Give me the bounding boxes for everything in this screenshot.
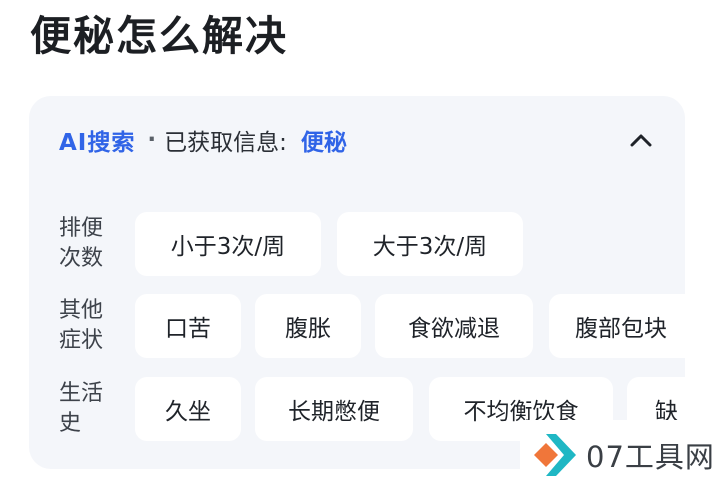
- watermark-text: 07工具网: [586, 439, 715, 474]
- separator-dot: ·: [147, 127, 157, 153]
- chip-option[interactable]: 腹部包块: [549, 294, 685, 358]
- chip-option[interactable]: 小于3次/周: [135, 212, 321, 276]
- collapse-button[interactable]: [627, 126, 655, 154]
- filter-row-bowel-frequency: 排便次数 小于3次/周 大于3次/周: [29, 212, 685, 276]
- chip-option[interactable]: 长期憋便: [255, 377, 413, 441]
- ai-search-card: AI搜索 · 已获取信息: 便秘 排便次数 小于3次/周 大于3次/周 其他症状…: [29, 96, 685, 469]
- card-header: AI搜索 · 已获取信息: 便秘: [59, 122, 347, 158]
- chip-option[interactable]: 久坐: [135, 377, 241, 441]
- chip-option[interactable]: 食欲减退: [375, 294, 533, 358]
- page-title: 便秘怎么解决: [30, 12, 288, 60]
- ai-search-label: AI搜索: [59, 130, 136, 156]
- info-text: 已获取信息:: [164, 130, 287, 156]
- filter-row-other-symptoms: 其他症状 口苦 腹胀 食欲减退 腹部包块: [29, 294, 685, 358]
- site-logo-icon: [534, 433, 576, 476]
- row-label: 其他症状: [59, 298, 104, 353]
- row-label: 生活史: [59, 381, 104, 436]
- watermark: 07工具网: [520, 420, 720, 489]
- chip-option[interactable]: 大于3次/周: [337, 212, 523, 276]
- row-label: 排便次数: [59, 216, 104, 271]
- chip-option[interactable]: 腹胀: [255, 294, 361, 358]
- chip-option[interactable]: 口苦: [135, 294, 241, 358]
- chevron-up-icon: [630, 134, 652, 147]
- info-keyword[interactable]: 便秘: [301, 123, 347, 157]
